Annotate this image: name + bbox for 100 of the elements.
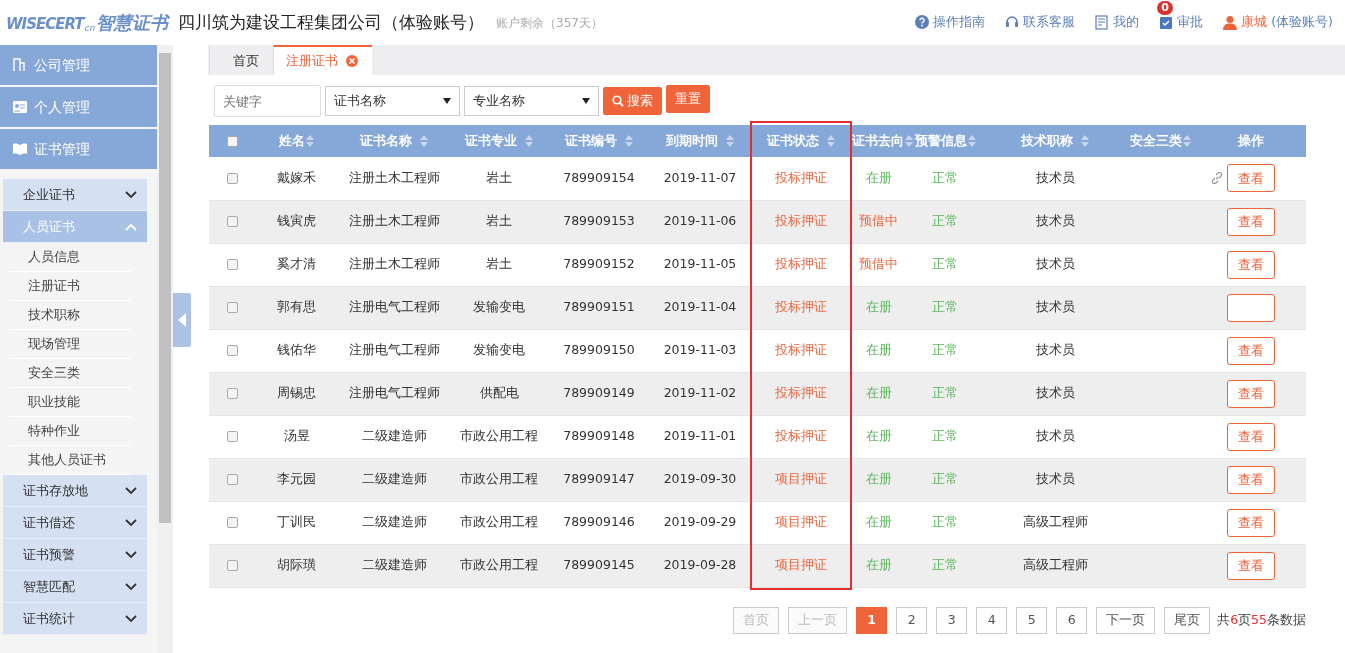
- page-button[interactable]: 6: [1056, 606, 1088, 634]
- caret-down-icon: [443, 98, 451, 104]
- warning-cell: 正常: [932, 213, 958, 229]
- sidebar-item[interactable]: 技术职称: [10, 301, 131, 330]
- chevron-up-icon: [125, 222, 137, 231]
- company-name: 四川筑为建设工程集团公司（体验账号）: [178, 10, 484, 34]
- page-tab[interactable]: 注册证书: [273, 45, 372, 75]
- building-icon: [12, 57, 28, 73]
- direction-cell: 在册: [865, 385, 892, 401]
- view-button[interactable]: 查看: [1227, 250, 1275, 279]
- scrollbar-thumb[interactable]: [159, 53, 171, 523]
- cert-name-cell: 二级建造师: [361, 557, 427, 573]
- sort-icon: [1081, 134, 1089, 149]
- warning-cell: 正常: [932, 514, 958, 530]
- row-checkbox[interactable]: [226, 517, 238, 529]
- row-checkbox[interactable]: [226, 388, 238, 400]
- select-dropdown[interactable]: 证书名称: [325, 86, 460, 116]
- sidebar-group[interactable]: 证书统计: [3, 603, 147, 635]
- column-header[interactable]: 操作: [1237, 132, 1264, 148]
- page-button[interactable]: 2: [896, 606, 928, 634]
- sidebar-item[interactable]: 现场管理: [10, 330, 131, 359]
- cert-name-cell: 注册电气工程师: [348, 299, 440, 315]
- search-icon: [612, 95, 624, 107]
- warning-cell: 正常: [932, 428, 958, 444]
- row-checkbox[interactable]: [226, 431, 238, 443]
- chevron-down-icon: [125, 190, 137, 199]
- sidebar-group[interactable]: 智慧匹配: [3, 571, 147, 603]
- view-button[interactable]: 查看: [1227, 422, 1275, 451]
- sidebar-group[interactable]: 人员证书: [3, 211, 147, 243]
- sidebar-section[interactable]: 公司管理: [0, 45, 157, 85]
- user-menu[interactable]: 康城 (体验账号): [1223, 13, 1333, 32]
- column-header[interactable]: 姓名: [279, 132, 305, 148]
- row-checkbox[interactable]: [226, 259, 238, 271]
- keyword-field[interactable]: 关键字: [214, 85, 321, 117]
- sidebar-item[interactable]: 职业技能: [10, 388, 131, 417]
- major-cell: 岩土: [486, 256, 512, 272]
- name-cell: 钱寅虎: [277, 213, 316, 229]
- view-button[interactable]: 查看: [1227, 508, 1275, 537]
- major-cell: 市政公用工程: [460, 428, 538, 444]
- major-cell: 发输变电: [473, 299, 525, 315]
- view-button[interactable]: 查看: [1227, 207, 1275, 236]
- title-cell: 技术员: [1035, 471, 1075, 487]
- select-dropdown[interactable]: 专业名称: [464, 86, 599, 116]
- sidebar-section[interactable]: 个人管理: [0, 87, 157, 127]
- sidebar-item[interactable]: 安全三类: [10, 359, 131, 388]
- name-cell: 戴嫁禾: [277, 169, 316, 185]
- sidebar-group[interactable]: 企业证书: [3, 179, 147, 211]
- cert-number-cell: 789909151: [563, 299, 635, 315]
- cert-name-cell: 二级建造师: [361, 428, 427, 444]
- sidebar-item[interactable]: 注册证书: [10, 272, 131, 301]
- view-button[interactable]: 查看: [1227, 379, 1275, 408]
- row-checkbox[interactable]: [226, 474, 238, 486]
- sidebar-group[interactable]: 证书预警: [3, 539, 147, 571]
- view-button[interactable]: 查看: [1227, 551, 1275, 580]
- sidebar-section[interactable]: 证书管理: [0, 129, 157, 169]
- title-cell: 技术员: [1035, 169, 1075, 185]
- header-link[interactable]: 联系客服: [1005, 13, 1076, 32]
- view-button[interactable]: 查看: [1227, 164, 1275, 193]
- close-icon: [346, 55, 358, 67]
- header-link[interactable]: 操作指南: [915, 13, 986, 32]
- account-remaining: 账户剩余（357天）: [496, 14, 603, 32]
- view-button[interactable]: 查看: [1227, 336, 1275, 365]
- sidebar-group[interactable]: 证书借还: [3, 507, 147, 539]
- header-link[interactable]: 审批: [1159, 13, 1204, 32]
- document-icon: [1095, 15, 1110, 30]
- logo-title: 智慧证书: [96, 11, 169, 34]
- sidebar-group[interactable]: 证书存放地: [3, 475, 147, 507]
- name-cell: 郭有思: [277, 299, 316, 315]
- page-button[interactable]: 5: [1016, 606, 1048, 634]
- sidebar-item[interactable]: 人员信息: [10, 243, 131, 272]
- view-button[interactable]: 查看: [1227, 465, 1275, 494]
- user-icon: [1223, 15, 1238, 30]
- sidebar-item[interactable]: 特种作业: [10, 417, 131, 446]
- chevron-down-icon: [125, 486, 137, 495]
- view-button[interactable]: [1227, 293, 1275, 322]
- row-checkbox[interactable]: [226, 216, 238, 228]
- page-button[interactable]: 尾页: [1164, 606, 1211, 634]
- cert-number-cell: 789909147: [563, 471, 635, 487]
- title-cell: 技术员: [1035, 299, 1075, 315]
- row-checkbox[interactable]: [226, 560, 238, 572]
- direction-cell: 预借中: [859, 256, 898, 272]
- expiry-date-cell: 2019-11-05: [663, 256, 737, 272]
- row-checkbox[interactable]: [226, 172, 238, 184]
- header-link[interactable]: 我的: [1095, 13, 1140, 32]
- title-cell: 技术员: [1035, 342, 1075, 358]
- select-all-checkbox[interactable]: [226, 135, 238, 147]
- page-button[interactable]: 1: [856, 606, 888, 634]
- cert-number-cell: 789909154: [563, 169, 635, 185]
- reset-button[interactable]: 重置: [666, 85, 710, 113]
- column-header[interactable]: 技术职称: [1021, 132, 1073, 148]
- page-button[interactable]: 下一页: [1096, 606, 1156, 634]
- collapse-tab[interactable]: [173, 293, 191, 347]
- warning-cell: 正常: [932, 471, 958, 487]
- search-button[interactable]: 搜索: [603, 87, 662, 115]
- page-button[interactable]: 3: [936, 606, 968, 634]
- name-cell: 李元园: [277, 471, 316, 487]
- page-button[interactable]: 4: [976, 606, 1008, 634]
- row-checkbox[interactable]: [226, 302, 238, 314]
- name-cell: 丁训民: [277, 514, 316, 530]
- row-checkbox[interactable]: [226, 345, 238, 357]
